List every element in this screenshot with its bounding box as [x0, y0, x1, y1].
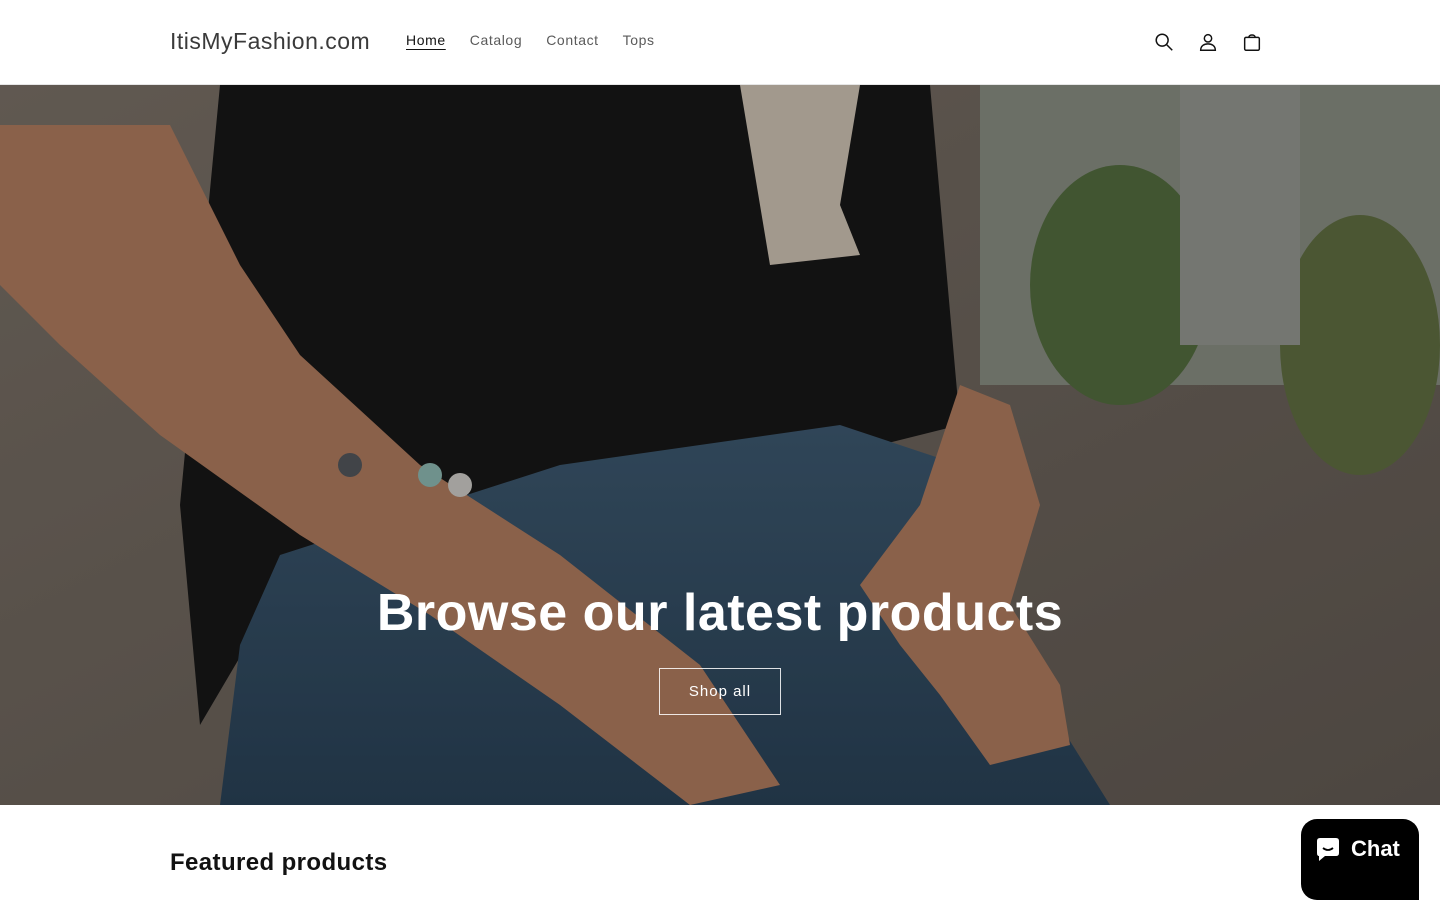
cart-button[interactable]	[1230, 20, 1274, 64]
search-button[interactable]	[1142, 20, 1186, 64]
chat-button[interactable]: Chat	[1301, 819, 1419, 900]
shop-all-button[interactable]: Shop all	[659, 668, 781, 715]
hero-banner: Browse our latest products Shop all	[0, 85, 1440, 805]
cart-icon	[1243, 34, 1261, 51]
header-icons	[1142, 20, 1274, 64]
nav-link-home[interactable]: Home	[394, 30, 458, 50]
nav-link-contact[interactable]: Contact	[534, 30, 610, 50]
search-icon	[1155, 33, 1173, 51]
account-button[interactable]	[1186, 20, 1230, 64]
hero-title: Browse our latest products	[376, 584, 1064, 642]
featured-products-heading: Featured products	[170, 849, 388, 876]
chat-label: Chat	[1351, 836, 1400, 861]
nav-link-catalog[interactable]: Catalog	[458, 30, 534, 50]
nav-link-tops[interactable]: Tops	[611, 30, 667, 50]
main-nav: Home Catalog Contact Tops	[394, 30, 667, 50]
chat-bubble-icon	[1317, 838, 1339, 861]
account-icon	[1199, 33, 1217, 51]
store-logo[interactable]: ItisMyFashion.com	[170, 28, 370, 55]
site-header: ItisMyFashion.com Home Catalog Contact T…	[0, 0, 1440, 85]
